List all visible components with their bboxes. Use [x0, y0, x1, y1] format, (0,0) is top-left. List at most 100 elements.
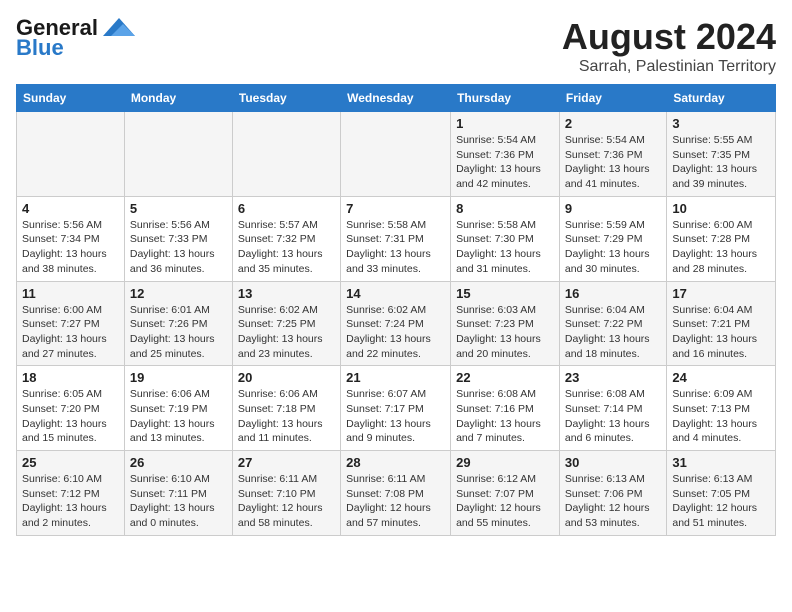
- day-info: Sunrise: 5:54 AM Sunset: 7:36 PM Dayligh…: [565, 133, 661, 192]
- calendar-week-row: 18 Sunrise: 6:05 AM Sunset: 7:20 PM Dayli…: [17, 366, 776, 451]
- calendar-cell: [17, 112, 125, 197]
- day-number: 28: [346, 455, 445, 470]
- calendar-cell: 19Sunrise: 6:06 AM Sunset: 7:19 PM Dayli…: [124, 366, 232, 451]
- day-number: 31: [672, 455, 770, 470]
- day-number: 25: [22, 455, 119, 470]
- calendar-cell: 12 Sunrise: 6:01 AM Sunset: 7:26 PM Dayli…: [124, 281, 232, 366]
- day-info: Sunrise: 5:57 AM Sunset: 7:32 PM Dayligh…: [238, 218, 335, 277]
- day-number: 15: [456, 286, 554, 301]
- day-number: 8: [456, 201, 554, 216]
- day-info: Sunrise: 5:59 AM Sunset: 7:29 PM Dayligh…: [565, 218, 661, 277]
- day-number: 10: [672, 201, 770, 216]
- day-number: 16: [565, 286, 661, 301]
- calendar-cell: 16 Sunrise: 6:04 AM Sunset: 7:22 PM Dayli…: [559, 281, 666, 366]
- calendar-cell: 3Sunrise: 5:55 AM Sunset: 7:35 PM Daylig…: [667, 112, 776, 197]
- calendar-cell: [124, 112, 232, 197]
- day-info: Sunrise: 6:06 AM Sunset: 7:18 PM Dayligh…: [238, 387, 335, 446]
- day-number: 14: [346, 286, 445, 301]
- calendar-cell: 9 Sunrise: 5:59 AM Sunset: 7:29 PM Daylig…: [559, 196, 666, 281]
- calendar-week-row: 1 Sunrise: 5:54 AM Sunset: 7:36 PM Daylig…: [17, 112, 776, 197]
- day-info: Sunrise: 5:56 AM Sunset: 7:34 PM Dayligh…: [22, 218, 119, 277]
- day-info: Sunrise: 6:11 AM Sunset: 7:10 PM Dayligh…: [238, 472, 335, 531]
- calendar-table: SundayMondayTuesdayWednesdayThursdayFrid…: [16, 84, 776, 536]
- weekday-header-monday: Monday: [124, 85, 232, 112]
- day-number: 2: [565, 116, 661, 131]
- weekday-header-tuesday: Tuesday: [232, 85, 340, 112]
- calendar-cell: 17 Sunrise: 6:04 AM Sunset: 7:21 PM Dayli…: [667, 281, 776, 366]
- day-number: 18: [22, 370, 119, 385]
- calendar-cell: 25 Sunrise: 6:10 AM Sunset: 7:12 PM Dayli…: [17, 451, 125, 536]
- calendar-cell: 21Sunrise: 6:07 AM Sunset: 7:17 PM Dayli…: [341, 366, 451, 451]
- calendar-cell: 6 Sunrise: 5:57 AM Sunset: 7:32 PM Daylig…: [232, 196, 340, 281]
- logo-blue: Blue: [16, 36, 64, 60]
- day-info: Sunrise: 5:58 AM Sunset: 7:30 PM Dayligh…: [456, 218, 554, 277]
- day-info: Sunrise: 6:04 AM Sunset: 7:22 PM Dayligh…: [565, 303, 661, 362]
- day-number: 24: [672, 370, 770, 385]
- calendar-cell: 31Sunrise: 6:13 AM Sunset: 7:05 PM Dayli…: [667, 451, 776, 536]
- calendar-cell: 11 Sunrise: 6:00 AM Sunset: 7:27 PM Dayli…: [17, 281, 125, 366]
- day-number: 3: [672, 116, 770, 131]
- day-number: 26: [130, 455, 227, 470]
- calendar-cell: 10 Sunrise: 6:00 AM Sunset: 7:28 PM Dayli…: [667, 196, 776, 281]
- day-number: 9: [565, 201, 661, 216]
- weekday-header-wednesday: Wednesday: [341, 85, 451, 112]
- day-info: Sunrise: 5:58 AM Sunset: 7:31 PM Dayligh…: [346, 218, 445, 277]
- day-number: 5: [130, 201, 227, 216]
- calendar-cell: 29 Sunrise: 6:12 AM Sunset: 7:07 PM Dayli…: [451, 451, 560, 536]
- calendar-cell: 8 Sunrise: 5:58 AM Sunset: 7:30 PM Daylig…: [451, 196, 560, 281]
- calendar-cell: 2 Sunrise: 5:54 AM Sunset: 7:36 PM Daylig…: [559, 112, 666, 197]
- day-number: 6: [238, 201, 335, 216]
- day-info: Sunrise: 6:11 AM Sunset: 7:08 PM Dayligh…: [346, 472, 445, 531]
- calendar-cell: 27 Sunrise: 6:11 AM Sunset: 7:10 PM Dayli…: [232, 451, 340, 536]
- day-number: 17: [672, 286, 770, 301]
- day-info: Sunrise: 6:06 AM Sunset: 7:19 PM Dayligh…: [130, 387, 227, 446]
- day-number: 29: [456, 455, 554, 470]
- calendar-cell: 14 Sunrise: 6:02 AM Sunset: 7:24 PM Dayli…: [341, 281, 451, 366]
- calendar-cell: 26 Sunrise: 6:10 AM Sunset: 7:11 PM Dayli…: [124, 451, 232, 536]
- weekday-header-row: SundayMondayTuesdayWednesdayThursdayFrid…: [17, 85, 776, 112]
- calendar-cell: 20Sunrise: 6:06 AM Sunset: 7:18 PM Dayli…: [232, 366, 340, 451]
- calendar-cell: [232, 112, 340, 197]
- day-info: Sunrise: 6:04 AM Sunset: 7:21 PM Dayligh…: [672, 303, 770, 362]
- day-info: Sunrise: 6:05 AM Sunset: 7:20 PM Dayligh…: [22, 387, 119, 446]
- day-info: Sunrise: 6:08 AM Sunset: 7:16 PM Dayligh…: [456, 387, 554, 446]
- logo: General Blue: [16, 16, 137, 60]
- day-number: 4: [22, 201, 119, 216]
- day-info: Sunrise: 6:02 AM Sunset: 7:24 PM Dayligh…: [346, 303, 445, 362]
- day-number: 13: [238, 286, 335, 301]
- day-info: Sunrise: 6:10 AM Sunset: 7:12 PM Dayligh…: [22, 472, 119, 531]
- calendar-cell: 23 Sunrise: 6:08 AM Sunset: 7:14 PM Dayli…: [559, 366, 666, 451]
- calendar-cell: 4 Sunrise: 5:56 AM Sunset: 7:34 PM Daylig…: [17, 196, 125, 281]
- day-info: Sunrise: 5:56 AM Sunset: 7:33 PM Dayligh…: [130, 218, 227, 277]
- calendar-subtitle: Sarrah, Palestinian Territory: [562, 58, 776, 76]
- day-number: 12: [130, 286, 227, 301]
- day-number: 23: [565, 370, 661, 385]
- day-info: Sunrise: 6:10 AM Sunset: 7:11 PM Dayligh…: [130, 472, 227, 531]
- day-number: 27: [238, 455, 335, 470]
- calendar-cell: 18 Sunrise: 6:05 AM Sunset: 7:20 PM Dayli…: [17, 366, 125, 451]
- calendar-week-row: 11 Sunrise: 6:00 AM Sunset: 7:27 PM Dayli…: [17, 281, 776, 366]
- day-info: Sunrise: 6:12 AM Sunset: 7:07 PM Dayligh…: [456, 472, 554, 531]
- day-info: Sunrise: 6:01 AM Sunset: 7:26 PM Dayligh…: [130, 303, 227, 362]
- calendar-title: August 2024: [562, 16, 776, 58]
- calendar-cell: [341, 112, 451, 197]
- day-info: Sunrise: 6:00 AM Sunset: 7:28 PM Dayligh…: [672, 218, 770, 277]
- day-info: Sunrise: 6:00 AM Sunset: 7:27 PM Dayligh…: [22, 303, 119, 362]
- day-info: Sunrise: 6:09 AM Sunset: 7:13 PM Dayligh…: [672, 387, 770, 446]
- day-number: 22: [456, 370, 554, 385]
- day-number: 11: [22, 286, 119, 301]
- calendar-week-row: 25 Sunrise: 6:10 AM Sunset: 7:12 PM Dayli…: [17, 451, 776, 536]
- calendar-cell: 22 Sunrise: 6:08 AM Sunset: 7:16 PM Dayli…: [451, 366, 560, 451]
- day-number: 7: [346, 201, 445, 216]
- calendar-cell: 5 Sunrise: 5:56 AM Sunset: 7:33 PM Daylig…: [124, 196, 232, 281]
- day-number: 1: [456, 116, 554, 131]
- calendar-cell: 7 Sunrise: 5:58 AM Sunset: 7:31 PM Daylig…: [341, 196, 451, 281]
- logo-icon: [101, 16, 137, 38]
- weekday-header-thursday: Thursday: [451, 85, 560, 112]
- weekday-header-saturday: Saturday: [667, 85, 776, 112]
- day-info: Sunrise: 5:54 AM Sunset: 7:36 PM Dayligh…: [456, 133, 554, 192]
- calendar-cell: 24 Sunrise: 6:09 AM Sunset: 7:13 PM Dayli…: [667, 366, 776, 451]
- day-info: Sunrise: 6:07 AM Sunset: 7:17 PM Dayligh…: [346, 387, 445, 446]
- day-info: Sunrise: 6:08 AM Sunset: 7:14 PM Dayligh…: [565, 387, 661, 446]
- page-header: General Blue August 2024 Sarrah, Palesti…: [16, 16, 776, 76]
